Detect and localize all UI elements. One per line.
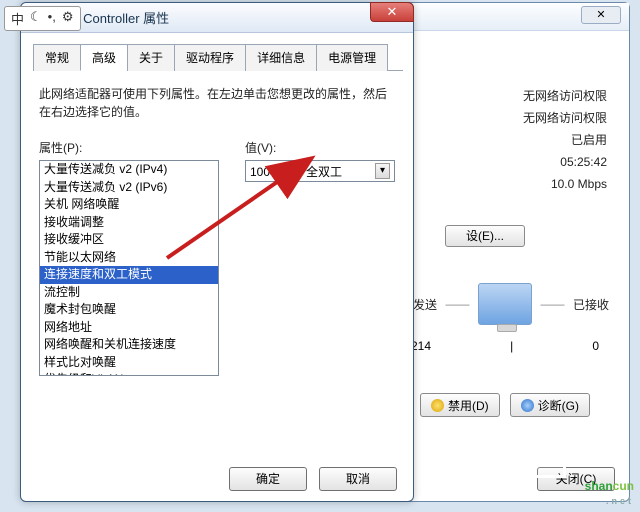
shield-icon [431, 399, 444, 412]
received-value: 0 [592, 339, 599, 353]
received-label: 已接收 [573, 296, 609, 313]
shield-icon [521, 399, 534, 412]
network-status-dialog: 志 ✕ 无网络访问权限 无网络访问权限 已启用 05:25:42 10.0 Mb… [380, 2, 630, 502]
intro-text: 此网络适配器可使用下列属性。在左边单击您想更改的属性，然后在右边选择它的值。 [39, 85, 395, 121]
property-item[interactable]: 大量传送减负 v2 (IPv4) [40, 161, 218, 179]
property-item[interactable]: 网络地址 [40, 319, 218, 337]
tab-general[interactable]: 常规 [33, 44, 81, 71]
property-item[interactable]: 大量传送减负 v2 (IPv6) [40, 179, 218, 197]
ok-button[interactable]: 确定 [229, 467, 307, 491]
value-dropdown[interactable]: 100 Mbps 全双工 ▾ [245, 160, 395, 182]
cancel-button[interactable]: 取消 [319, 467, 397, 491]
property-item[interactable]: 优先级和VLAN [40, 371, 218, 376]
property-item[interactable]: 连接速度和双工模式 [40, 266, 218, 284]
watermark: shancun .net [585, 470, 634, 506]
ipv4-access: 无网络访问权限 [395, 85, 607, 107]
property-label: 属性(P): [39, 139, 225, 156]
property-item[interactable]: 节能以太网络 [40, 249, 218, 267]
duration: 05:25:42 [395, 151, 607, 173]
tab-driver[interactable]: 驱动程序 [174, 44, 246, 71]
tab-power[interactable]: 电源管理 [316, 44, 388, 71]
ime-item[interactable]: •, [48, 9, 56, 28]
tab-strip: 常规 高级 关于 驱动程序 详细信息 电源管理 [33, 43, 403, 71]
activity-section: 已发送 —— —— 已接收 214 | 0 [395, 283, 615, 353]
link-speed: 10.0 Mbps [395, 173, 607, 195]
dropdown-value: 100 Mbps 全双工 [250, 163, 342, 180]
network-info: 无网络访问权限 无网络访问权限 已启用 05:25:42 10.0 Mbps [395, 85, 607, 195]
property-item[interactable]: 接收端调整 [40, 214, 218, 232]
disable-button[interactable]: 禁用(D) [420, 393, 500, 417]
settings-button[interactable]: 设(E)... [445, 225, 525, 247]
property-item[interactable]: 关机 网络唤醒 [40, 196, 218, 214]
back-close-button[interactable]: ✕ [581, 6, 621, 24]
adapter-properties-dialog: E Family Controller 属性 ✕ 常规 高级 关于 驱动程序 详… [20, 2, 414, 502]
property-item[interactable]: 魔术封包唤醒 [40, 301, 218, 319]
watermark-house-icon [530, 442, 566, 478]
ime-item[interactable]: ☾ [30, 9, 42, 28]
ipv6-access: 无网络访问权限 [395, 107, 607, 129]
property-item[interactable]: 样式比对唤醒 [40, 354, 218, 372]
ime-item[interactable]: 中 [11, 9, 24, 28]
sent-value: 214 [411, 339, 431, 353]
property-item[interactable]: 流控制 [40, 284, 218, 302]
tab-about[interactable]: 关于 [127, 44, 175, 71]
property-listbox[interactable]: 大量传送减负 v2 (IPv4)大量传送减负 v2 (IPv6)关机 网络唤醒接… [39, 160, 219, 376]
ime-toolbar[interactable]: 中 ☾ •, ⚙ [4, 6, 81, 31]
tab-advanced[interactable]: 高级 [80, 44, 128, 71]
property-item[interactable]: 网络唤醒和关机连接速度 [40, 336, 218, 354]
close-icon[interactable]: ✕ [370, 2, 414, 22]
media-state: 已启用 [395, 129, 607, 151]
property-item[interactable]: 接收缓冲区 [40, 231, 218, 249]
diagnose-button[interactable]: 诊断(G) [510, 393, 590, 417]
ime-item[interactable]: ⚙ [62, 9, 74, 28]
tab-details[interactable]: 详细信息 [245, 44, 317, 71]
chevron-down-icon[interactable]: ▾ [375, 163, 390, 179]
computer-icon [478, 283, 532, 325]
value-label: 值(V): [245, 139, 395, 156]
